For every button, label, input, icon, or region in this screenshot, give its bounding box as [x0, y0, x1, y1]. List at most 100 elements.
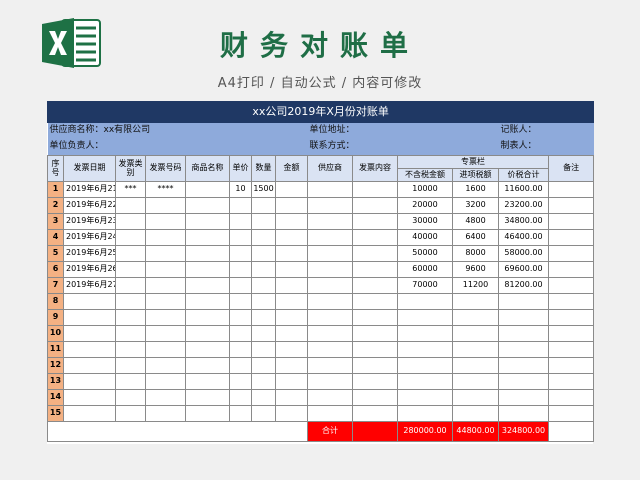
cell-seq[interactable]: 8 — [47, 293, 64, 310]
cell-product[interactable] — [185, 389, 230, 406]
cell-inv-no[interactable] — [145, 261, 186, 278]
cell-tax[interactable]: 9600 — [452, 261, 499, 278]
cell-amount[interactable] — [275, 197, 308, 214]
cell-date[interactable]: 2019年6月23日 — [63, 213, 116, 230]
cell-inv-content[interactable] — [352, 357, 398, 374]
cell-vendor[interactable] — [307, 325, 353, 342]
cell-inv-type[interactable] — [115, 373, 146, 390]
cell-inv-content[interactable] — [352, 197, 398, 214]
cell-price[interactable] — [229, 213, 252, 230]
cell-tax[interactable] — [452, 325, 499, 342]
cell-date[interactable] — [63, 389, 116, 406]
cell-note[interactable] — [547, 261, 595, 278]
cell-inv-no[interactable] — [145, 325, 186, 342]
cell-inv-content[interactable] — [352, 373, 398, 390]
cell-tax[interactable]: 1600 — [452, 181, 499, 198]
cell-inv-content[interactable] — [352, 277, 398, 294]
cell-tax[interactable] — [452, 405, 499, 422]
cell-excl[interactable]: 50000 — [397, 245, 453, 262]
cell-inv-no[interactable] — [145, 213, 186, 230]
cell-tax[interactable]: 6400 — [452, 229, 499, 246]
cell-excl[interactable] — [397, 293, 453, 310]
cell-amount[interactable] — [275, 261, 308, 278]
cell-qty[interactable] — [251, 405, 276, 422]
cell-inv-type[interactable] — [115, 357, 146, 374]
cell-qty[interactable]: 1500 — [251, 181, 276, 198]
cell-qty[interactable] — [251, 197, 276, 214]
cell-inv-no[interactable] — [145, 373, 186, 390]
cell-total[interactable] — [498, 373, 549, 390]
cell-date[interactable] — [63, 405, 116, 422]
cell-product[interactable] — [185, 309, 230, 326]
cell-seq[interactable]: 5 — [47, 245, 64, 262]
cell-seq[interactable]: 12 — [47, 357, 64, 374]
cell-note[interactable] — [547, 325, 595, 342]
cell-excl[interactable]: 10000 — [397, 181, 453, 198]
cell-inv-type[interactable]: *** — [115, 181, 146, 198]
cell-vendor[interactable] — [307, 357, 353, 374]
cell-seq[interactable]: 9 — [47, 309, 64, 326]
cell-price[interactable] — [229, 373, 252, 390]
cell-inv-type[interactable] — [115, 197, 146, 214]
cell-note[interactable] — [547, 309, 595, 326]
cell-total[interactable]: 69600.00 — [498, 261, 549, 278]
cell-qty[interactable] — [251, 245, 276, 262]
cell-qty[interactable] — [251, 213, 276, 230]
cell-qty[interactable] — [251, 277, 276, 294]
cell-seq[interactable]: 10 — [47, 325, 64, 342]
cell-note[interactable] — [547, 213, 595, 230]
cell-excl[interactable]: 60000 — [397, 261, 453, 278]
cell-price[interactable] — [229, 309, 252, 326]
cell-price[interactable] — [229, 405, 252, 422]
cell-inv-no[interactable] — [145, 277, 186, 294]
cell-qty[interactable] — [251, 293, 276, 310]
cell-inv-no[interactable] — [145, 405, 186, 422]
cell-tax[interactable]: 8000 — [452, 245, 499, 262]
cell-seq[interactable]: 2 — [47, 197, 64, 214]
cell-product[interactable] — [185, 213, 230, 230]
cell-tax[interactable] — [452, 389, 499, 406]
cell-product[interactable] — [185, 357, 230, 374]
cell-excl[interactable]: 20000 — [397, 197, 453, 214]
cell-vendor[interactable] — [307, 277, 353, 294]
cell-amount[interactable] — [275, 405, 308, 422]
cell-amount[interactable] — [275, 309, 308, 326]
cell-note[interactable] — [547, 245, 595, 262]
cell-date[interactable]: 2019年6月26日 — [63, 261, 116, 278]
cell-note[interactable] — [547, 277, 595, 294]
cell-vendor[interactable] — [307, 405, 353, 422]
cell-total[interactable] — [498, 341, 549, 358]
cell-price[interactable] — [229, 293, 252, 310]
cell-product[interactable] — [185, 261, 230, 278]
cell-vendor[interactable] — [307, 309, 353, 326]
cell-total[interactable]: 34800.00 — [498, 213, 549, 230]
cell-qty[interactable] — [251, 373, 276, 390]
cell-tax[interactable] — [452, 357, 499, 374]
cell-date[interactable]: 2019年6月27日 — [63, 277, 116, 294]
cell-note[interactable] — [547, 373, 595, 390]
cell-price[interactable]: 10 — [229, 181, 252, 198]
cell-price[interactable] — [229, 357, 252, 374]
cell-excl[interactable] — [397, 389, 453, 406]
cell-total[interactable] — [498, 357, 549, 374]
cell-product[interactable] — [185, 197, 230, 214]
cell-seq[interactable]: 1 — [47, 181, 64, 198]
cell-inv-type[interactable] — [115, 293, 146, 310]
cell-product[interactable] — [185, 405, 230, 422]
cell-product[interactable] — [185, 229, 230, 246]
cell-price[interactable] — [229, 389, 252, 406]
cell-product[interactable] — [185, 277, 230, 294]
cell-seq[interactable]: 15 — [47, 405, 64, 422]
cell-amount[interactable] — [275, 229, 308, 246]
cell-excl[interactable] — [397, 309, 453, 326]
cell-excl[interactable]: 70000 — [397, 277, 453, 294]
cell-inv-content[interactable] — [352, 245, 398, 262]
cell-amount[interactable] — [275, 341, 308, 358]
cell-note[interactable] — [547, 229, 595, 246]
cell-inv-type[interactable] — [115, 213, 146, 230]
cell-qty[interactable] — [251, 309, 276, 326]
cell-vendor[interactable] — [307, 389, 353, 406]
cell-inv-content[interactable] — [352, 389, 398, 406]
cell-inv-type[interactable] — [115, 309, 146, 326]
cell-excl[interactable] — [397, 373, 453, 390]
